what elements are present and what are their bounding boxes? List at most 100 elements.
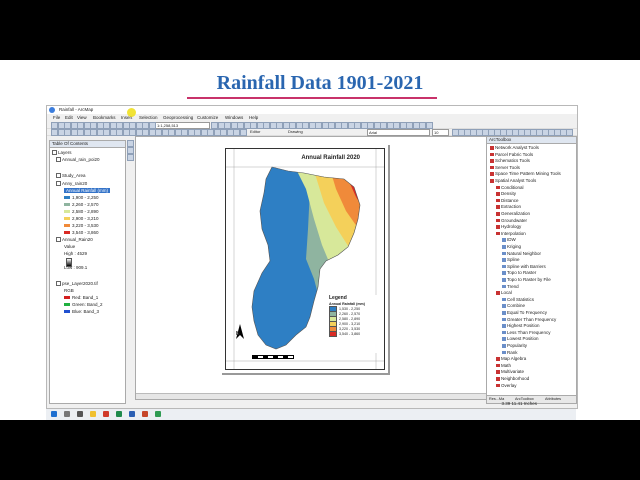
toolbox-item[interactable]: Natural Neighbor (502, 251, 541, 258)
toolbox-item[interactable]: Schematics Tools (490, 158, 530, 165)
menu-edit[interactable]: Edit (65, 115, 73, 120)
menu-selection[interactable]: Selection (139, 115, 158, 120)
pan-icon[interactable] (127, 154, 134, 161)
toolbox-item[interactable]: Highest Position (502, 323, 540, 330)
toc-row[interactable]: RGB (64, 288, 74, 294)
editor-menu[interactable]: Editor (249, 129, 270, 134)
toc-row[interactable]: Study_Area (56, 173, 86, 179)
toolbox-item[interactable]: Interpolation (496, 231, 526, 238)
arcmap-taskbar-icon[interactable] (155, 411, 161, 417)
menu-view[interactable]: View (77, 115, 87, 120)
format-button-icon[interactable] (566, 129, 573, 136)
title-underline (187, 97, 437, 99)
menu-file[interactable]: File (53, 115, 60, 120)
drawing-menu[interactable]: Drawing (287, 129, 306, 134)
toolbox-item[interactable]: Generalization (496, 211, 530, 218)
toolbox-item[interactable]: Lowest Position (502, 336, 539, 343)
toolbox-item[interactable]: Space Time Pattern Mining Tools (490, 171, 561, 178)
toolbox-item[interactable]: Local (496, 290, 512, 297)
toolbox-item[interactable]: Equal To Frequency (502, 310, 547, 317)
chrome-icon[interactable] (103, 411, 109, 417)
toc-row[interactable]: Anny_rain20 (56, 181, 87, 187)
toolbox-item[interactable]: IDW (502, 237, 516, 244)
search-icon[interactable] (64, 411, 70, 417)
toolbox-item[interactable]: Spline (502, 257, 520, 264)
toc-row[interactable]: 1,900 - 2,250 (64, 195, 99, 201)
toolbox-item[interactable]: Density (496, 191, 516, 198)
toolbox-item[interactable]: Multivariate (496, 369, 524, 376)
window-title: Rainfall - ArcMap (59, 107, 94, 112)
toolbox-item[interactable]: Network Analyst Tools (490, 145, 539, 152)
toc-row[interactable]: Annual_rain_poi20 (56, 157, 100, 163)
toolbox-item[interactable]: Hydrology (496, 224, 521, 231)
toolbox-item[interactable]: Rank (502, 350, 518, 357)
toc-row[interactable]: Blue: Band_3 (64, 309, 99, 315)
toc-row[interactable]: 2,260 - 2,570 (64, 202, 99, 208)
excel-icon[interactable] (116, 411, 122, 417)
toc-row[interactable]: 3,220 - 3,530 (64, 223, 99, 229)
layer-checkbox[interactable] (56, 181, 61, 187)
toc-row[interactable]: Red: Band_1 (64, 295, 98, 301)
start-icon[interactable] (51, 411, 57, 417)
toc-row[interactable]: pse_Layer2020.tif (56, 281, 98, 287)
toc-row[interactable]: Annual Rainfall (mm) (64, 188, 111, 194)
toolbox-item[interactable]: Groundwater (496, 218, 527, 225)
menu-help[interactable]: Help (249, 115, 258, 120)
toolbox-item[interactable]: Neighborhood (496, 376, 529, 383)
word-icon[interactable] (129, 411, 135, 417)
layout-view[interactable]: Annual Rainfall 2020 N Legend Annual Rai… (135, 136, 487, 400)
toolbox-item[interactable]: Topo to Raster (502, 270, 536, 277)
toc-label: 3,540 - 3,860 (72, 230, 99, 235)
layer-checkbox[interactable] (56, 157, 61, 163)
color-swatch (64, 217, 70, 221)
toolbox-item[interactable]: Greater Than Frequency (502, 317, 556, 324)
toolbox-item[interactable]: Conditional (496, 185, 524, 192)
toolbox-label: Popularity (507, 343, 528, 348)
toolbox-item[interactable]: Kriging (502, 244, 521, 251)
toolbox-item[interactable]: Topo to Raster by File (502, 277, 551, 284)
toolbox-item[interactable]: Math (496, 363, 511, 370)
font-combo[interactable]: Arial (367, 129, 430, 136)
menu-windows[interactable]: Windows (225, 115, 243, 120)
toolbox-item[interactable]: Cell Statistics (502, 297, 534, 304)
toolbox-item[interactable]: Overlay (496, 383, 517, 390)
horizontal-scrollbar[interactable] (136, 393, 486, 399)
zoom-out-icon[interactable] (127, 147, 134, 154)
layer-checkbox[interactable] (56, 173, 61, 179)
layer-checkbox[interactable] (56, 281, 61, 287)
toolbox-item[interactable]: Trend (502, 284, 519, 291)
toolbox-label: Spline (507, 257, 520, 263)
toc-row[interactable]: Green: Band_2 (64, 302, 103, 308)
toc-row[interactable]: 2,900 - 3,210 (64, 216, 99, 222)
tool-button-icon[interactable] (239, 129, 247, 136)
powerpoint-icon[interactable] (142, 411, 148, 417)
toc-row[interactable]: High : 4529 (64, 251, 87, 257)
layer-checkbox[interactable] (56, 237, 61, 243)
toc-row[interactable]: 3,540 - 3,860 (64, 230, 99, 236)
toc-label: Blue: Band_3 (72, 309, 100, 314)
toolbox-label: Conditional (501, 184, 524, 190)
file-explorer-icon[interactable] (90, 411, 96, 417)
layer-checkbox[interactable] (52, 150, 57, 156)
toc-row[interactable]: Value (64, 244, 75, 250)
toc-row[interactable]: 2,580 - 2,890 (64, 209, 99, 215)
menu-bookmarks[interactable]: Bookmarks (93, 115, 116, 120)
toolbox-item[interactable]: Spline with Barriers (502, 264, 546, 271)
zoom-in-icon[interactable] (127, 140, 134, 147)
toolbox-item[interactable]: Parcel Fabric Tools (490, 152, 533, 159)
font-size-combo[interactable]: 10 (432, 129, 449, 136)
toolbox-item[interactable]: Distance (496, 198, 519, 205)
toolbox-item[interactable]: Combine (502, 303, 525, 310)
menu-geoprocessing[interactable]: Geoprocessing (163, 115, 193, 120)
toc-row[interactable]: Annual_Rain20 (56, 237, 93, 243)
task-view-icon[interactable] (77, 411, 83, 417)
toolbox-item[interactable]: Spatial Analyst Tools (490, 178, 536, 185)
map-frame[interactable]: Annual Rainfall 2020 N Legend Annual Rai… (225, 148, 385, 370)
menu-customize[interactable]: Customize (197, 115, 218, 120)
toc-row[interactable]: Layers (52, 150, 72, 156)
toolbox-item[interactable]: Less Than Frequency (502, 330, 550, 337)
toolbox-item[interactable]: Map Algebra (496, 356, 526, 363)
toolbox-item[interactable]: Server Tools (490, 165, 520, 172)
toolbox-item[interactable]: Popularity (502, 343, 527, 350)
toolbox-item[interactable]: Extraction (496, 204, 521, 211)
